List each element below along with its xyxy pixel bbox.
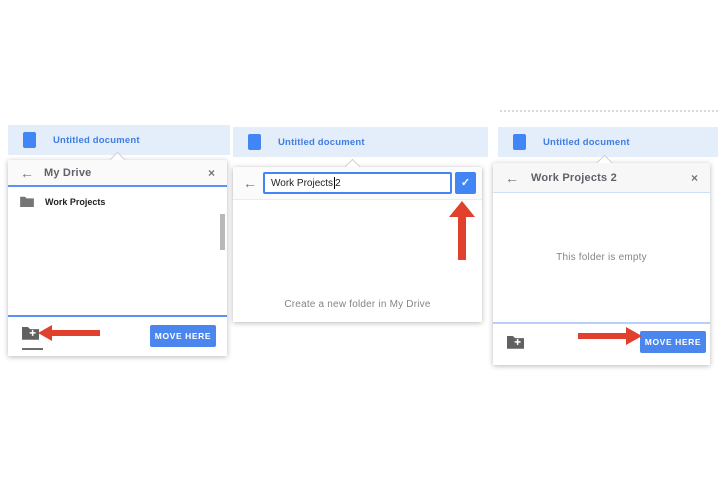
new-folder-dialog: ← Work Projects 2 ✓ Create a new folder … [233, 158, 482, 322]
dialog-body: Create a new folder in My Drive [233, 200, 482, 322]
folder-name-input[interactable]: Work Projects 2 [263, 172, 452, 194]
google-docs-icon[interactable] [513, 134, 526, 150]
google-docs-icon[interactable] [23, 132, 36, 148]
dialog-header: ← My Drive × [8, 160, 227, 187]
dialog-title: Work Projects 2 [531, 171, 617, 184]
move-here-button[interactable]: MOVE HERE [150, 325, 216, 347]
tutorial-canvas: Untitled document ← My Drive × Work Proj… [0, 0, 720, 480]
list-item-work-projects[interactable]: Work Projects [8, 187, 227, 216]
dialog-header: ← Work Projects 2 × [493, 163, 710, 193]
back-arrow-icon[interactable]: ← [20, 166, 34, 180]
scrollbar-thumb[interactable] [220, 214, 225, 250]
create-folder-hint: Create a new folder in My Drive [284, 299, 431, 310]
input-text-after-cursor: 2 [335, 177, 341, 189]
google-docs-icon[interactable] [248, 134, 261, 150]
document-title[interactable]: Untitled document [53, 135, 140, 146]
docs-titlebar: Untitled document [233, 127, 488, 157]
close-icon[interactable]: × [691, 171, 698, 185]
empty-folder-text: This folder is empty [556, 252, 647, 263]
input-text-before-cursor: Work Projects [271, 177, 334, 189]
dialog-title: My Drive [44, 166, 92, 179]
move-here-button[interactable]: MOVE HERE [640, 331, 706, 353]
close-icon[interactable]: × [208, 166, 215, 180]
dialog-footer: MOVE HERE [493, 322, 710, 365]
folder-list: Work Projects [8, 187, 227, 315]
folder-icon-underline [22, 348, 43, 350]
ruler-dots [500, 110, 718, 112]
dialog-body: This folder is empty [493, 193, 710, 322]
docs-titlebar: Untitled document [498, 127, 718, 157]
back-arrow-icon[interactable]: ← [243, 176, 257, 190]
new-folder-icon[interactable] [507, 335, 524, 349]
dialog-header: ← Work Projects 2 ✓ [233, 167, 482, 200]
docs-titlebar: Untitled document [8, 125, 230, 155]
document-title[interactable]: Untitled document [543, 137, 630, 148]
document-title[interactable]: Untitled document [278, 137, 365, 148]
new-folder-icon[interactable] [22, 326, 39, 340]
confirm-create-folder-button[interactable]: ✓ [455, 172, 476, 194]
folder-icon [20, 196, 34, 207]
folder-name: Work Projects [45, 196, 106, 207]
back-arrow-icon[interactable]: ← [505, 171, 519, 185]
